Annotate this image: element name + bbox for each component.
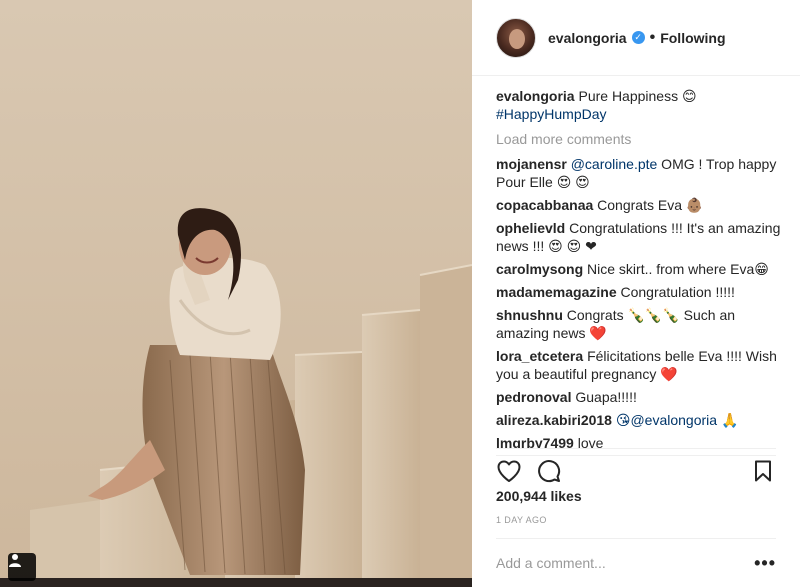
bookmark-icon[interactable] <box>750 458 776 484</box>
caption-hashtag[interactable]: #HappyHumpDay <box>496 106 607 122</box>
caption-text: Pure Happiness 😊 <box>578 88 697 104</box>
comments-list[interactable]: evalongoria Pure Happiness 😊 #HappyHumpD… <box>496 87 786 448</box>
comment-item: ophelievld Congratulations !!! It's an a… <box>496 219 786 255</box>
action-bar <box>496 455 776 483</box>
actions-divider <box>496 448 776 449</box>
add-comment-input[interactable] <box>496 555 755 571</box>
comment-item: mojanensr @caroline.pte OMG ! Trop happy… <box>496 155 786 191</box>
comment-item: copacabbanaa Congrats Eva 👶🏽 <box>496 196 786 214</box>
following-button[interactable]: Following <box>660 30 725 46</box>
person-glyph <box>9 554 21 567</box>
comment-username[interactable]: ophelievld <box>496 220 565 236</box>
likes-count[interactable]: 200,944 likes <box>496 488 582 504</box>
post-header: evalongoria ✓ • Following <box>472 0 800 76</box>
comment-username[interactable]: lora_etcetera <box>496 348 583 364</box>
comment-username[interactable]: pedronoval <box>496 389 571 405</box>
comment-text-with-mention: 😘@evalongoria 🙏 <box>615 412 739 428</box>
comment-text: Congratulation !!!!! <box>620 284 735 300</box>
user-tag-icon[interactable] <box>8 553 36 581</box>
comment-text: love <box>577 435 604 448</box>
comment-glyph <box>538 459 561 482</box>
separator-dot: • <box>649 28 656 46</box>
comment-item: shnushnu Congrats 🍾🍾🍾 Such an amazing ne… <box>496 306 786 342</box>
comment-item: lmgrby7499 love <box>496 434 786 448</box>
caption-username[interactable]: evalongoria <box>496 88 575 104</box>
avatar[interactable] <box>496 17 536 58</box>
comment-username[interactable]: carolmysong <box>496 261 583 277</box>
verified-badge-icon: ✓ <box>631 31 645 44</box>
header-username[interactable]: evalongoria <box>548 30 627 46</box>
post-timestamp: 1 DAY AGO <box>496 515 547 525</box>
bookmark-glyph <box>755 460 771 481</box>
comment-mention[interactable]: @caroline.pte <box>571 156 658 172</box>
comment-username[interactable]: madamemagazine <box>496 284 617 300</box>
post-caption: evalongoria Pure Happiness 😊 #HappyHumpD… <box>496 87 786 123</box>
comment-item: pedronoval Guapa!!!!! <box>496 388 786 406</box>
comment-icon[interactable] <box>536 458 562 484</box>
load-more-comments-link[interactable]: Load more comments <box>496 130 786 148</box>
comment-text: Guapa!!!!! <box>575 389 637 405</box>
post-photo[interactable] <box>0 0 472 587</box>
comment-item: madamemagazine Congratulation !!!!! <box>496 283 786 301</box>
comment-item: carolmysong Nice skirt.. from where Eva😁 <box>496 260 786 278</box>
more-options-button[interactable]: ••• <box>754 553 776 574</box>
comment-username[interactable]: shnushnu <box>496 307 563 323</box>
comment-username[interactable]: mojanensr <box>496 156 567 172</box>
photo-illustration <box>0 0 472 587</box>
comment-text: Nice skirt.. from where Eva😁 <box>587 261 769 277</box>
comment-item: alireza.kabiri2018 😘@evalongoria 🙏 <box>496 411 786 429</box>
comment-item: lora_etcetera Félicitations belle Eva !!… <box>496 347 786 383</box>
comment-username[interactable]: alireza.kabiri2018 <box>496 412 612 428</box>
heart-icon[interactable] <box>496 458 522 484</box>
post-sidebar: evalongoria ✓ • Following evalongoria Pu… <box>472 0 800 587</box>
comment-username[interactable]: lmgrby7499 <box>496 435 574 448</box>
comment-username[interactable]: copacabbanaa <box>496 197 593 213</box>
add-comment-section: ••• <box>496 538 776 587</box>
heart-glyph <box>497 460 521 482</box>
comment-text: Congrats Eva 👶🏽 <box>597 197 704 213</box>
